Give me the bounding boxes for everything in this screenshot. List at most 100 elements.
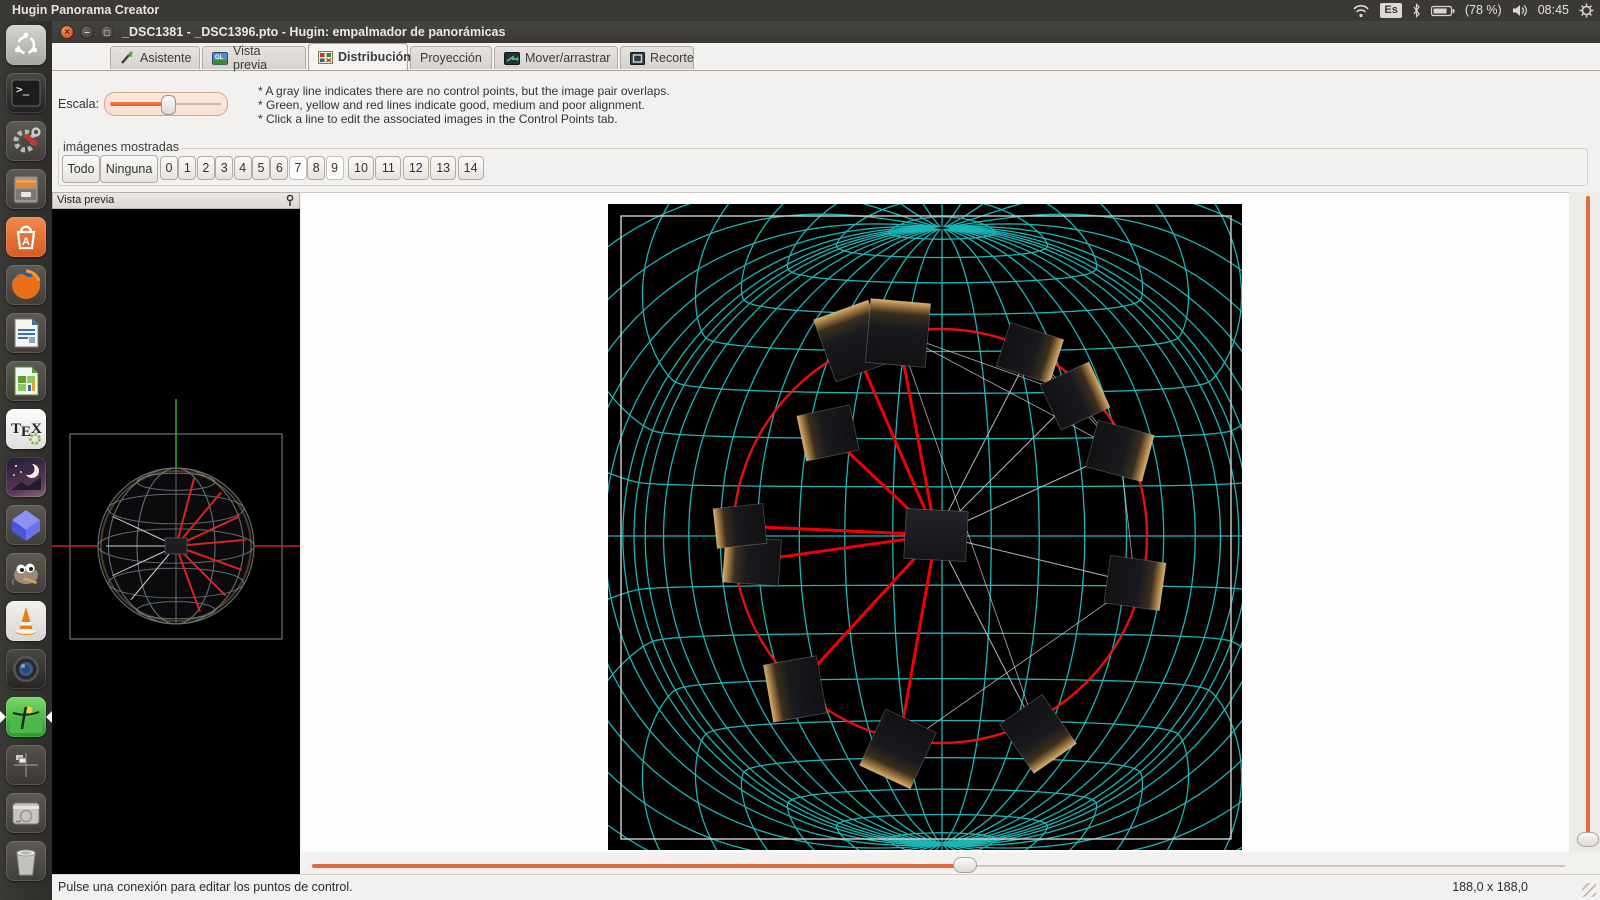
- tab-label: Asistente: [140, 51, 191, 65]
- battery-percent: (78 %): [1465, 0, 1502, 21]
- image-thumbnail[interactable]: [1104, 555, 1166, 610]
- image-thumbnail[interactable]: [763, 656, 826, 722]
- maximize-button[interactable]: ▢: [100, 25, 114, 39]
- minimize-button[interactable]: –: [80, 25, 94, 39]
- tab-label: Recorte: [650, 51, 694, 65]
- show-all-button[interactable]: Todo: [62, 155, 100, 183]
- crop-icon: [630, 52, 645, 65]
- launcher-item-files[interactable]: [6, 169, 46, 209]
- preview-panel-title: Vista previa: [57, 194, 114, 206]
- launcher-item-workspace-switcher[interactable]: [6, 745, 46, 785]
- show-none-button[interactable]: Ninguna: [100, 155, 158, 183]
- statusbar: Pulse una conexión para editar los punto…: [52, 874, 1600, 900]
- image-toggle-10[interactable]: 10: [348, 156, 374, 180]
- image-thumbnail[interactable]: [999, 695, 1076, 774]
- close-button[interactable]: ×: [60, 25, 74, 39]
- image-thumbnail[interactable]: [1086, 420, 1154, 481]
- launcher-item-terminal[interactable]: >_: [6, 73, 46, 113]
- tab-label: Vista previa: [233, 44, 296, 72]
- svg-text:TEX: TEX: [11, 421, 42, 440]
- tab-mover-arrastrar[interactable]: Mover/arrastrar: [494, 46, 618, 69]
- image-toggle-8[interactable]: 8: [307, 156, 325, 180]
- image-toggle-2[interactable]: 2: [197, 156, 215, 180]
- wifi-icon[interactable]: [1352, 4, 1370, 18]
- launcher-item-software-center[interactable]: A: [6, 217, 46, 257]
- tab-bar: Asistente GL Vista previa Distribución Proye…: [52, 43, 1600, 71]
- horizontal-slider-fill: [312, 864, 965, 868]
- battery-icon[interactable]: [1431, 5, 1455, 17]
- status-message: Pulse una conexión para editar los punto…: [58, 880, 353, 894]
- launcher-item-libreoffice-writer[interactable]: [6, 313, 46, 353]
- image-toggle-0[interactable]: 0: [160, 156, 178, 180]
- images-shown-label: imágenes mostradas: [60, 140, 182, 154]
- launcher-item-system-settings[interactable]: [6, 121, 46, 161]
- image-toggle-3[interactable]: 3: [215, 156, 233, 180]
- move-drag-icon: [504, 52, 520, 65]
- image-toggle-1[interactable]: 1: [178, 156, 196, 180]
- scale-slider-handle[interactable]: [161, 95, 176, 115]
- image-toggle-4[interactable]: 4: [234, 156, 252, 180]
- tab-label: Proyección: [420, 51, 482, 65]
- image-toggle-5[interactable]: 5: [252, 156, 270, 180]
- launcher-item-vlc[interactable]: [6, 601, 46, 641]
- image-thumbnail[interactable]: [865, 299, 930, 368]
- image-toggle-6[interactable]: 6: [270, 156, 288, 180]
- launcher-item-hard-disk[interactable]: [6, 793, 46, 833]
- image-thumbnail[interactable]: [904, 508, 969, 561]
- image-thumbnail[interactable]: [996, 322, 1063, 383]
- horizontal-slider-handle[interactable]: [953, 857, 977, 873]
- tab-asistente[interactable]: Asistente: [110, 46, 200, 69]
- svg-text:A: A: [22, 236, 30, 248]
- scale-slider-track: [171, 103, 221, 105]
- session-gear-icon[interactable]: [1579, 3, 1594, 18]
- hint-line-3: * Click a line to edit the associated im…: [258, 112, 618, 126]
- launcher-item-blue-cube[interactable]: [6, 505, 46, 545]
- preview-panel-header[interactable]: Vista previa: [52, 192, 300, 209]
- image-toggle-7[interactable]: 7: [289, 156, 307, 180]
- horizontal-slider[interactable]: [301, 852, 1600, 874]
- launcher-item-tex[interactable]: TEX: [6, 409, 46, 449]
- scale-slider[interactable]: [104, 92, 228, 116]
- desktop: Hugin Panorama Creator Es (78 %) 08:45 >…: [0, 0, 1600, 900]
- launcher-item-ubuntu-dash[interactable]: [6, 25, 46, 65]
- launcher-item-firefox[interactable]: [6, 265, 46, 305]
- tab-recorte[interactable]: Recorte: [620, 46, 694, 69]
- svg-text:GL: GL: [215, 55, 224, 61]
- layout-icon: [318, 51, 333, 64]
- launcher-item-camera-lens[interactable]: [6, 649, 46, 689]
- launcher-item-gimp[interactable]: [6, 553, 46, 593]
- image-toggle-11[interactable]: 11: [375, 156, 401, 180]
- pin-icon[interactable]: [284, 194, 296, 208]
- launcher-item-trash[interactable]: [6, 841, 46, 881]
- keyboard-layout-indicator[interactable]: Es: [1380, 3, 1401, 18]
- image-toggle-9[interactable]: 9: [326, 156, 344, 180]
- launcher-item-libreoffice-calc[interactable]: [6, 361, 46, 401]
- bluetooth-icon[interactable]: [1412, 3, 1421, 18]
- image-thumbnail[interactable]: [713, 503, 767, 548]
- app-menu-title[interactable]: Hugin Panorama Creator: [12, 0, 159, 21]
- image-toggle-12[interactable]: 12: [403, 156, 429, 180]
- scale-slider-fill: [110, 102, 165, 106]
- focused-app-arrow-left: [0, 711, 12, 723]
- launcher-item-hugin[interactable]: [6, 697, 46, 737]
- tab-distribuci-n[interactable]: Distribución: [308, 43, 408, 70]
- tab-label: Mover/arrastrar: [525, 51, 610, 65]
- launcher-item-stellarium[interactable]: [6, 457, 46, 497]
- resize-grip[interactable]: [1582, 883, 1596, 897]
- clock[interactable]: 08:45: [1538, 0, 1569, 21]
- image-toggle-14[interactable]: 14: [458, 156, 484, 180]
- image-toggle-13[interactable]: 13: [430, 156, 456, 180]
- svg-text:>_: >_: [16, 83, 30, 96]
- preview-3d-panel[interactable]: [52, 209, 300, 874]
- horizontal-slider-track: [965, 865, 1565, 867]
- tab-vista-previa[interactable]: GL Vista previa: [202, 46, 306, 69]
- panorama-layout-canvas[interactable]: [608, 204, 1242, 850]
- vertical-slider[interactable]: [1569, 192, 1600, 852]
- volume-icon[interactable]: [1512, 4, 1528, 17]
- gl-preview-icon: GL: [212, 52, 228, 65]
- window-titlebar[interactable]: × – ▢ _DSC1381 - _DSC1396.pto - Hugin: e…: [52, 21, 1600, 43]
- wizard-icon: [120, 51, 135, 65]
- tab-proyecci-n[interactable]: Proyección: [410, 46, 492, 69]
- system-tray: Es (78 %) 08:45: [1352, 0, 1594, 21]
- vertical-slider-handle[interactable]: [1577, 832, 1599, 847]
